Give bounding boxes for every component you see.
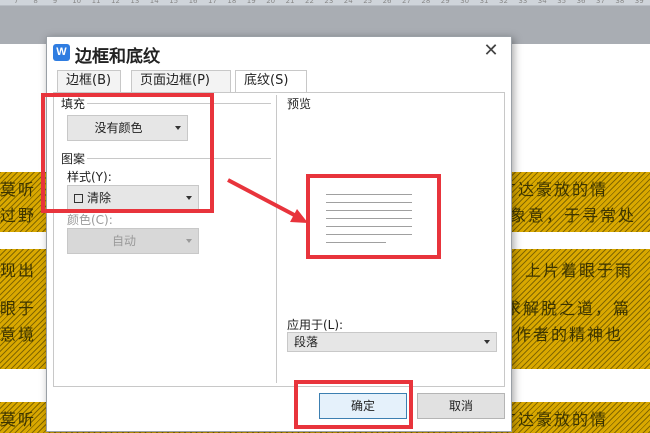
annotation-arrow [227, 178, 308, 223]
